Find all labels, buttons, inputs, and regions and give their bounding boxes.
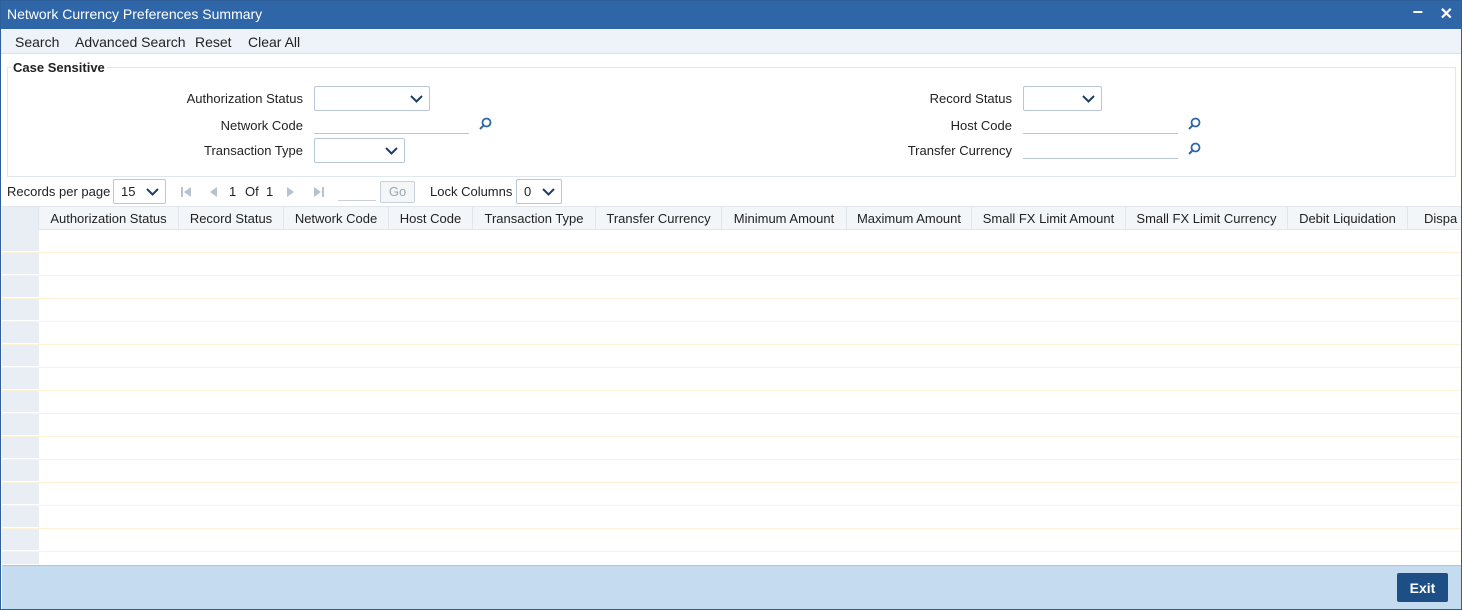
- row-selector[interactable]: [2, 253, 39, 275]
- clear-all-button[interactable]: Clear All: [248, 34, 300, 50]
- network-code-label: Network Code: [220, 118, 303, 133]
- record-status-select[interactable]: [1023, 86, 1102, 111]
- host-code-search-icon[interactable]: [1188, 117, 1201, 130]
- row-selector[interactable]: [2, 345, 39, 367]
- transfer-currency-label: Transfer Currency: [907, 143, 1012, 158]
- table-row[interactable]: [2, 299, 1461, 322]
- toolbar: Search Advanced Search Reset Clear All: [1, 29, 1461, 54]
- column-header[interactable]: Minimum Amount: [722, 207, 847, 230]
- footer-bar: Exit: [2, 565, 1461, 609]
- records-per-page-label: Records per page: [7, 184, 111, 199]
- column-header[interactable]: Transaction Type: [473, 207, 596, 230]
- column-header[interactable]: Host Code: [389, 207, 473, 230]
- next-page-icon[interactable]: [286, 186, 296, 198]
- pagination-bar: Records per page 15 1 Of 1 Go Lock Colum…: [1, 179, 1461, 205]
- transaction-type-label: Transaction Type: [204, 143, 303, 158]
- row-selector[interactable]: [2, 414, 39, 436]
- of-label: Of: [245, 184, 259, 199]
- table-row[interactable]: [2, 414, 1461, 437]
- row-selector[interactable]: [2, 391, 39, 413]
- grid-header: Authorization Status Record Status Netwo…: [2, 206, 1461, 230]
- network-code-input[interactable]: [314, 112, 469, 134]
- transfer-currency-search-icon[interactable]: [1188, 142, 1201, 155]
- total-pages: 1: [266, 184, 274, 199]
- row-selector[interactable]: [2, 460, 39, 482]
- table-row[interactable]: [2, 276, 1461, 299]
- row-selector[interactable]: [2, 552, 39, 564]
- row-selector[interactable]: [2, 437, 39, 459]
- go-button[interactable]: Go: [380, 181, 415, 203]
- current-page: 1: [229, 184, 237, 199]
- column-header[interactable]: Small FX Limit Currency: [1126, 207, 1288, 230]
- exit-button[interactable]: Exit: [1397, 573, 1448, 602]
- chevron-down-icon: [385, 147, 398, 155]
- table-row[interactable]: [2, 552, 1461, 564]
- network-code-search-icon[interactable]: [479, 117, 492, 130]
- column-header[interactable]: Maximum Amount: [847, 207, 972, 230]
- chevron-down-icon: [410, 95, 423, 103]
- page-number-input[interactable]: [338, 181, 376, 201]
- table-row[interactable]: [2, 230, 1461, 253]
- select-all-header[interactable]: [2, 207, 39, 230]
- title-bar: Network Currency Preferences Summary − ✕: [1, 1, 1461, 29]
- table-row[interactable]: [2, 460, 1461, 483]
- first-page-icon[interactable]: [180, 186, 192, 198]
- table-row[interactable]: [2, 529, 1461, 552]
- advanced-search-button[interactable]: Advanced Search: [75, 34, 186, 50]
- row-selector[interactable]: [2, 230, 39, 252]
- case-sensitive-legend: Case Sensitive: [11, 60, 107, 75]
- table-row[interactable]: [2, 391, 1461, 414]
- table-row[interactable]: [2, 345, 1461, 368]
- column-header[interactable]: Record Status: [179, 207, 284, 230]
- last-page-icon[interactable]: [313, 186, 325, 198]
- table-row[interactable]: [2, 506, 1461, 529]
- previous-page-icon[interactable]: [208, 186, 218, 198]
- table-row[interactable]: [2, 253, 1461, 276]
- table-row[interactable]: [2, 483, 1461, 506]
- authorization-status-select[interactable]: [314, 86, 430, 111]
- row-selector[interactable]: [2, 529, 39, 551]
- lock-columns-label: Lock Columns: [430, 184, 513, 199]
- reset-button[interactable]: Reset: [195, 34, 232, 50]
- record-status-label: Record Status: [929, 91, 1012, 106]
- row-selector[interactable]: [2, 299, 39, 321]
- transfer-currency-input[interactable]: [1023, 137, 1178, 159]
- column-header[interactable]: Authorization Status: [39, 207, 179, 230]
- authorization-status-label: Authorization Status: [186, 91, 303, 106]
- search-button[interactable]: Search: [15, 34, 59, 50]
- table-row[interactable]: [2, 368, 1461, 391]
- column-header[interactable]: Dispa: [1408, 207, 1461, 230]
- chevron-down-icon: [146, 188, 159, 196]
- row-selector[interactable]: [2, 506, 39, 528]
- column-header[interactable]: Debit Liquidation: [1288, 207, 1408, 230]
- chevron-down-icon: [1082, 95, 1095, 103]
- table-row[interactable]: [2, 322, 1461, 345]
- results-grid: Authorization Status Record Status Netwo…: [2, 206, 1461, 564]
- minimize-icon[interactable]: −: [1412, 2, 1423, 23]
- column-header[interactable]: Small FX Limit Amount: [972, 207, 1126, 230]
- row-selector[interactable]: [2, 276, 39, 298]
- host-code-label: Host Code: [950, 118, 1012, 133]
- records-per-page-select[interactable]: 15: [113, 179, 166, 204]
- host-code-input[interactable]: [1023, 112, 1178, 134]
- row-selector[interactable]: [2, 322, 39, 344]
- close-icon[interactable]: ✕: [1440, 4, 1453, 24]
- column-header[interactable]: Transfer Currency: [596, 207, 722, 230]
- table-row[interactable]: [2, 437, 1461, 460]
- row-selector[interactable]: [2, 368, 39, 390]
- lock-columns-value: 0: [524, 184, 532, 199]
- chevron-down-icon: [542, 188, 555, 196]
- column-header[interactable]: Network Code: [284, 207, 389, 230]
- records-per-page-value: 15: [121, 184, 136, 199]
- lock-columns-select[interactable]: 0: [516, 179, 562, 204]
- row-selector[interactable]: [2, 483, 39, 505]
- transaction-type-select[interactable]: [314, 138, 405, 163]
- window-title: Network Currency Preferences Summary: [7, 6, 263, 22]
- summary-window: Network Currency Preferences Summary − ✕…: [0, 0, 1462, 610]
